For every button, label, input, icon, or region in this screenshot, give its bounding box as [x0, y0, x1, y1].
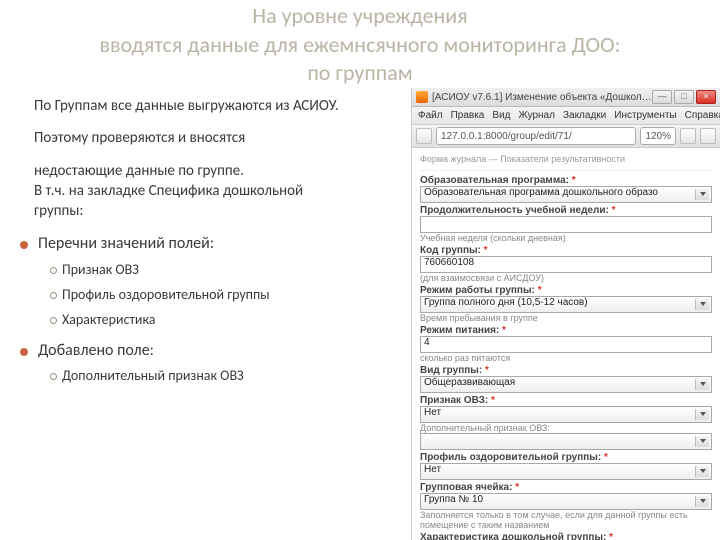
label-group-cell: Групповая ячейка: *: [420, 482, 519, 493]
window-titlebar: [АСИОУ v7.6.1] Изменение объекта «Дошкол…: [412, 88, 720, 107]
select-health-profile[interactable]: Нет: [420, 463, 712, 480]
title-line-2: вводятся данные для ежемнсячного монитор…: [0, 31, 720, 60]
home-icon[interactable]: [700, 128, 716, 144]
minimize-button[interactable]: —: [652, 90, 672, 104]
input-group-code[interactable]: 760660108: [420, 256, 712, 273]
hint-group-cell: Заполняется только в том случае, если дл…: [420, 510, 712, 530]
menu-tools[interactable]: Инструменты: [614, 110, 676, 121]
hint-work-mode: Время пребывания в группе: [420, 313, 712, 323]
back-icon[interactable]: [416, 128, 432, 144]
input-week-duration[interactable]: [420, 216, 712, 233]
select-ovz[interactable]: Нет: [420, 406, 712, 423]
label-week-duration: Продолжительность учебной недели: *: [420, 205, 616, 216]
hint-meal-mode: сколько раз питаются: [420, 353, 712, 363]
hint-group-code: (для взаимосвязи с АИСДОУ): [420, 273, 712, 283]
hint-week-duration: Учебная неделя (скольки дневная): [420, 233, 712, 243]
form-panel: Форма журнала — Показатели результативно…: [412, 148, 720, 540]
sub-additional-ovz: Дополнительный признак ОВЗ: [62, 367, 404, 386]
breadcrumb: Форма журнала — Показатели результативно…: [420, 152, 712, 171]
input-meal-mode[interactable]: 4: [420, 336, 712, 353]
sub-ovz: Признак ОВЗ: [62, 261, 404, 280]
menu-bookmarks[interactable]: Закладки: [563, 110, 606, 121]
select-additional-ovz[interactable]: [420, 433, 712, 450]
paragraph-2: Поэтому проверяются и вносятся: [34, 128, 404, 148]
select-group-type[interactable]: Общеразвивающая: [420, 376, 712, 393]
firefox-icon: [416, 91, 428, 103]
sub-health-profile: Профиль оздоровительной группы: [62, 286, 404, 305]
zoom-indicator[interactable]: 120%: [640, 127, 676, 145]
address-bar[interactable]: 127.0.0.1:8000/group/edit/71/: [436, 127, 636, 145]
menu-view[interactable]: Вид: [492, 110, 510, 121]
paragraph-3: недостающие данные по группе. В т.ч. на …: [34, 161, 404, 222]
label-group-code: Код группы: *: [420, 245, 488, 256]
browser-window: [АСИОУ v7.6.1] Изменение объекта «Дошкол…: [411, 88, 720, 540]
close-button[interactable]: ×: [696, 90, 716, 104]
paragraph-1: По Группам все данные выгружаются из АСИ…: [34, 96, 404, 116]
reload-icon[interactable]: [680, 128, 696, 144]
label-ovz: Признак ОВЗ: *: [420, 395, 495, 406]
select-work-mode[interactable]: Группа полного дня (10,5-12 часов): [420, 296, 712, 313]
bullet-added-field: Добавлено поле: Дополнительный признак О…: [34, 340, 404, 386]
label-edu-program: Образовательная программа: *: [420, 175, 576, 186]
select-edu-program[interactable]: Образовательная программа дошкольного об…: [420, 186, 712, 203]
menu-history[interactable]: Журнал: [518, 110, 555, 121]
window-title: [АСИОУ v7.6.1] Изменение объекта «Дошкол…: [432, 92, 652, 103]
sub-characteristic: Характеристика: [62, 311, 404, 330]
content-body: По Группам все данные выгружаются из АСИ…: [34, 96, 404, 396]
label-work-mode: Режим работы группы: *: [420, 285, 542, 296]
bullet-field-lists: Перечни значений полей: Признак ОВЗ Проф…: [34, 233, 404, 329]
menu-file[interactable]: Файл: [418, 110, 443, 121]
title-line-3: по группам: [0, 59, 720, 88]
label-health-profile: Профиль оздоровительной группы: *: [420, 452, 608, 463]
label-characteristic: Характеристика дошкольной группы: *: [420, 532, 613, 540]
maximize-button[interactable]: □: [674, 90, 694, 104]
select-group-cell[interactable]: Группа № 10: [420, 493, 712, 510]
toolbar: 127.0.0.1:8000/group/edit/71/ 120%: [412, 125, 720, 148]
menu-help[interactable]: Справка: [685, 110, 720, 121]
title-line-1: На уровне учреждения: [0, 2, 720, 31]
hint-ovz: Дополнительный признак ОВЗ:: [420, 423, 712, 433]
menu-edit[interactable]: Правка: [451, 110, 485, 121]
menu-bar: Файл Правка Вид Журнал Закладки Инструме…: [412, 107, 720, 125]
slide-title: На уровне учреждения вводятся данные для…: [0, 0, 720, 88]
label-group-type: Вид группы: *: [420, 365, 489, 376]
label-meal-mode: Режим питания: *: [420, 325, 506, 336]
